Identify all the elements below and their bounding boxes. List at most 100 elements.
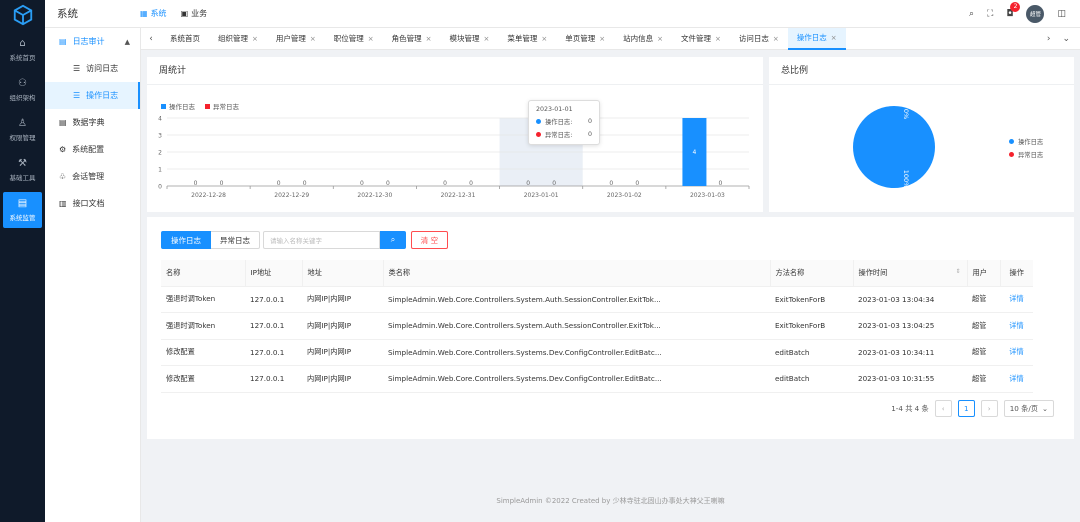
close-icon[interactable]: × [484,35,490,43]
table-cell: 详情 [1000,312,1033,340]
tab-label: 职位管理 [333,34,364,43]
table-cell: ExitTokenForB [770,286,853,313]
rail-item[interactable]: ▤ 系统监管 [3,192,42,228]
tab[interactable]: 单页管理 × [556,28,614,50]
chevron-right-icon[interactable]: › [1047,34,1051,44]
tab[interactable]: 组织管理 × [209,28,267,50]
search-icon[interactable]: ⌕ [969,9,974,19]
tooltip-value: 0 [587,131,592,138]
detail-link[interactable]: 详情 [1009,321,1023,330]
rail-item[interactable]: ⚇ 组织架构 [0,70,45,110]
home-icon: ⌂ [19,37,26,49]
table-cell: 详情 [1000,339,1033,366]
tooltip-row: 异常日志: 0 [536,130,592,139]
notification-button[interactable]: ◘ 2 [1006,1,1021,19]
tab-exception-log[interactable]: 异常日志 [211,231,260,249]
table-cell: SimpleAdmin.Web.Core.Controllers.Systems… [383,339,770,366]
chevron-down-icon[interactable]: ⌄ [1062,34,1070,44]
bar-value-label: 0 [719,180,723,187]
x-tick-label: 2022-12-30 [357,192,392,199]
page-button[interactable]: 1 [957,400,975,417]
chevron-up-icon: ▲ [124,37,130,46]
tab[interactable]: 操作日志 × [787,27,846,50]
close-icon[interactable]: × [426,35,432,43]
table-cell: 超管 [967,339,1000,366]
rail-item[interactable]: ♙ 权限管理 [0,110,45,150]
next-page-button[interactable]: › [980,400,998,417]
session-icon: ♧ [59,172,67,181]
user-icon: ♙ [18,117,27,129]
submenu-item-visit-log[interactable]: ☰ 访问日志 [45,55,140,82]
tab[interactable]: 访问日志 × [730,28,788,50]
box-icon: ▣ [180,9,189,18]
header-actions: ⌕ ⛶ ◘ 2 超管 ◫ [969,1,1080,23]
column-header: 操作时间 ⇕ [853,260,968,287]
submenu-item-label: 操作日志 [86,91,119,100]
close-icon[interactable]: × [541,35,547,43]
submenu-item[interactable]: ▥ 接口文档 [45,190,140,217]
rail-item[interactable]: ⌂ 系统首页 [0,30,45,70]
table-cell: 内网IP|内网IP [302,365,383,393]
tab-operation-log[interactable]: 操作日志 [161,231,211,249]
close-icon[interactable]: × [368,35,374,43]
tab-bar: ‹ 系统首页 组织管理 × 用户管理 × 职位管理 × 角色管理 × 模块管理 × 菜单管理 × 单页管理… [141,27,1080,50]
column-header: 名称 [161,260,246,287]
detail-link[interactable]: 详情 [1009,374,1023,383]
table-row: 强退时调Token 127.0.0.1 内网IP|内网IP SimpleAdmin.W… [161,312,1033,340]
clear-button[interactable]: 清 空 [411,231,448,249]
rail-item-label: 权限管理 [9,133,36,142]
close-icon[interactable]: × [773,35,779,43]
tab[interactable]: 菜单管理 × [498,28,556,50]
tab[interactable]: 文件管理 × [672,28,730,50]
top-nav-business[interactable]: ▣ 业务 [181,8,208,19]
prev-page-button[interactable]: ‹ [934,400,952,417]
log-table: 名称 IP地址 地址 类名称 方法名称 操作时间 ⇕ 用户 操作 强退时调Token 127.0.… [161,260,1033,393]
table-cell: editBatch [770,365,853,393]
tab-label: 菜单管理 [507,34,538,43]
submenu-group-audit[interactable]: ▤ 日志审计 ▲ [45,28,140,55]
table-cell: 2023-01-03 10:34:11 [853,339,967,366]
close-icon[interactable]: × [657,35,663,43]
rail-item[interactable]: ⚒ 基础工具 [0,150,45,190]
submenu-item[interactable]: ♧ 会话管理 [45,163,140,190]
pie-slice-label: 0% [902,109,910,119]
fullscreen-icon[interactable]: ⛶ [987,9,993,19]
tab[interactable]: 用户管理 × [267,28,325,50]
app-logo[interactable] [0,0,45,30]
search-button[interactable]: ⌕ [380,231,406,249]
rail-item-label: 系统首页 [9,53,36,62]
submenu-item[interactable]: ▤ 数据字典 [45,109,140,136]
submenu-item-operation-log[interactable]: ☰ 操作日志 [45,82,140,109]
tab[interactable]: 职位管理 × [325,28,383,50]
pie-slice-label: 100% [902,170,910,189]
page-size-select[interactable]: 10 条/页 ⌄ [1003,400,1054,417]
tab-label: 单页管理 [565,34,596,43]
tab[interactable]: 角色管理 × [383,28,441,50]
chevron-left-icon[interactable]: ‹ [141,34,161,44]
close-icon[interactable]: × [599,35,605,43]
table-cell: 超管 [967,312,1000,340]
top-nav-system[interactable]: ▦ 系统 [140,8,167,19]
chart-tooltip: 2023-01-01 操作日志: 0 异常日志: 0 [528,100,600,145]
tab[interactable]: 模块管理 × [441,28,499,50]
pie-legend: 操作日志 异常日志 [1009,137,1043,163]
sort-icon[interactable]: ⇕ [955,268,960,275]
tab[interactable]: 站内信息 × [614,28,672,50]
search-input[interactable]: 请输入名称关键字 [263,231,380,249]
tab[interactable]: 系统首页 [161,28,209,50]
detail-link[interactable]: 详情 [1009,347,1023,356]
submenu-item[interactable]: ⚙ 系统配置 [45,136,140,163]
close-icon[interactable]: × [715,35,721,43]
tab-label: 组织管理 [218,34,248,43]
close-icon[interactable]: × [310,35,316,43]
module-title: 系统 [57,8,78,20]
close-icon[interactable]: × [252,35,258,43]
layout-toggle-icon[interactable]: ◫ [1057,9,1066,19]
close-icon[interactable]: × [831,34,837,42]
top-nav-business-label: 业务 [191,9,208,18]
log-type-switch: 操作日志 异常日志 [161,231,260,249]
avatar[interactable]: 超管 [1026,4,1045,23]
pie-legend-operation-log[interactable]: 操作日志 [1009,137,1043,146]
detail-link[interactable]: 详情 [1009,294,1023,303]
pie-legend-exception-log[interactable]: 异常日志 [1009,150,1043,159]
